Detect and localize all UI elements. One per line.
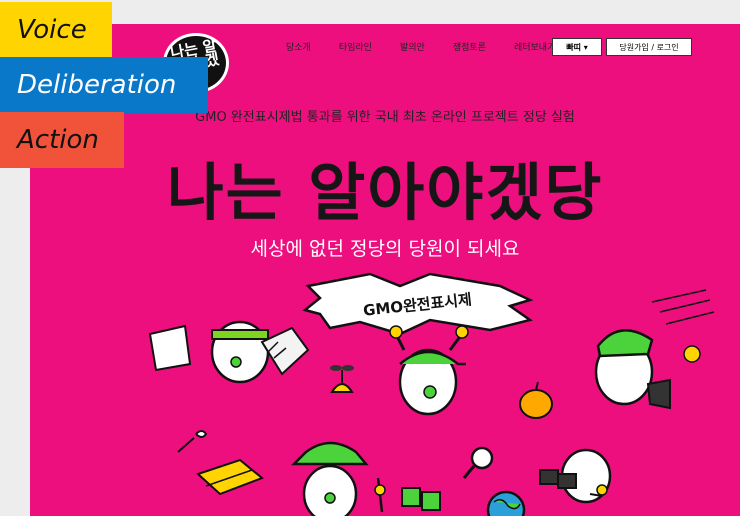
nav-item-timeline[interactable]: 타임라인 xyxy=(339,40,372,53)
green-blocks xyxy=(401,487,441,511)
hero-illustration: GMO완전표시제 xyxy=(148,272,715,516)
nav-item-about[interactable]: 당소개 xyxy=(286,40,311,53)
hero-headline: 나는 알아야겠당 xyxy=(166,156,604,229)
globe-icon xyxy=(486,490,526,516)
deliberation-label: Deliberation xyxy=(0,57,208,113)
character-cap xyxy=(389,325,469,416)
magnifier-icon xyxy=(462,446,494,479)
nav-item-letter[interactable]: 레터보내기 xyxy=(514,40,555,53)
nav-item-debate[interactable]: 쟁점토론 xyxy=(453,40,486,53)
voice-label: Voice xyxy=(0,2,112,58)
action-label: Action xyxy=(0,112,124,168)
grain-bag xyxy=(177,430,264,496)
pumpkin xyxy=(519,381,553,419)
character-beret xyxy=(594,289,715,410)
sprout-pot xyxy=(330,365,354,393)
ribbon-banner: GMO완전표시제 xyxy=(302,272,534,336)
hero-subhead: 세상에 없던 정당의 당원이 되세요 xyxy=(250,238,520,260)
party-dropdown[interactable]: 빠띠 ▾ xyxy=(552,38,602,56)
main-nav: 당소개 타임라인 발의안 쟁점토론 레터보내기 xyxy=(286,40,583,53)
signup-login-button[interactable]: 당원가입 / 로그인 xyxy=(606,38,692,56)
character-headband xyxy=(148,320,310,384)
character-binoculars xyxy=(539,448,612,504)
character-farmer xyxy=(290,441,386,516)
nav-item-proposals[interactable]: 발의안 xyxy=(400,40,425,53)
